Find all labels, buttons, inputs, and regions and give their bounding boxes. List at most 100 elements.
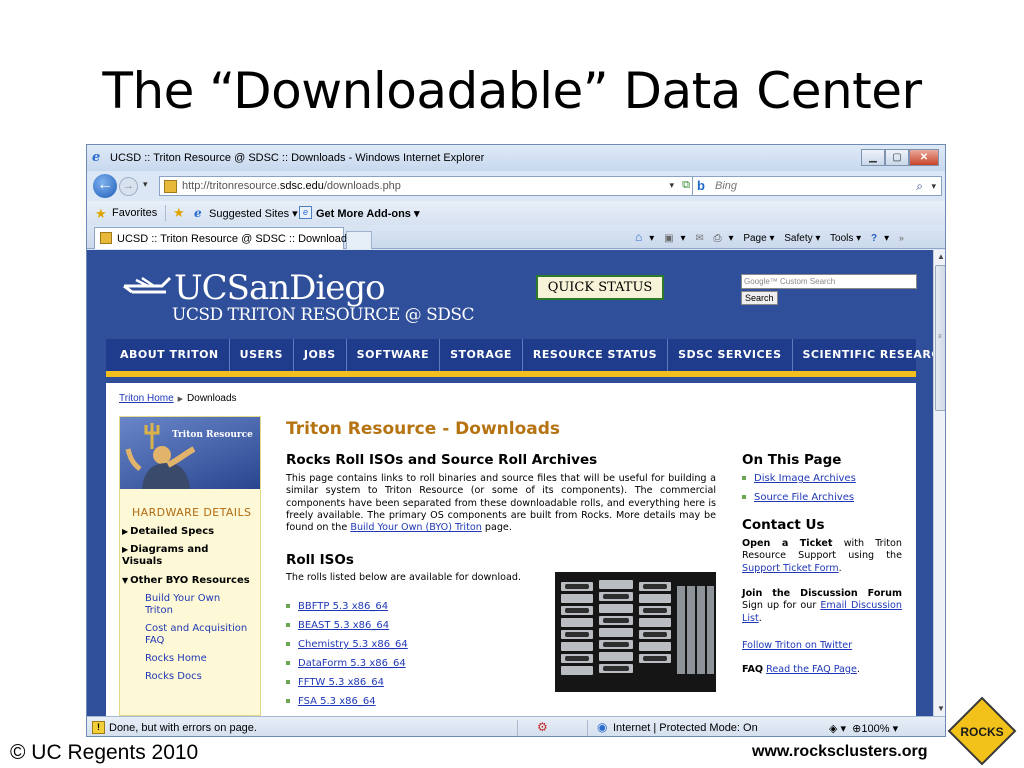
tab-downloads[interactable]: UCSD :: Triton Resource @ SDSC :: Downlo… (94, 227, 353, 249)
favorites-button[interactable]: Favorites (112, 207, 157, 219)
url-dropdown-icon[interactable]: ▾ (669, 180, 674, 191)
nav-software[interactable]: SOFTWARE (347, 339, 441, 371)
suggested-sites-button[interactable]: Suggested Sites ▾ (209, 207, 298, 220)
site-subtitle: UCSD TRITON RESOURCE @ SDSC (172, 305, 475, 325)
roll-link[interactable]: FSA 5.3 x86_64 (298, 696, 376, 707)
page-menu[interactable]: Page ▾ (743, 233, 774, 244)
blocked-content-icon[interactable]: ⚙ (537, 720, 548, 734)
bing-logo-icon: b (697, 178, 705, 193)
site-search-input[interactable]: Google™ Custom Search (741, 274, 917, 289)
safety-menu[interactable]: Safety ▾ (784, 233, 820, 244)
window-controls: ▁ ▢ ✕ (861, 149, 939, 166)
on-this-page-heading: On This Page (742, 452, 842, 468)
search-input[interactable]: b Bing ⌕ ▾ (692, 176, 942, 196)
quick-status-button[interactable]: QUICK STATUS (536, 275, 664, 300)
bullet-icon (286, 680, 290, 684)
help-dropdown-icon[interactable]: ▾ (884, 233, 889, 244)
sidebar-sub-rocks-home[interactable]: Rocks Home (145, 653, 255, 665)
search-dropdown-icon[interactable]: ▾ (931, 181, 936, 192)
roll-link[interactable]: Chemistry 5.3 x86_64 (298, 639, 408, 650)
nav-about-triton[interactable]: ABOUT TRITON (106, 339, 230, 371)
search-icon[interactable]: ⌕ (916, 179, 923, 194)
roll-link[interactable]: BBFTP 5.3 x86_64 (298, 601, 388, 612)
new-tab-button[interactable] (346, 231, 372, 249)
suggested-sites-icon: e (194, 206, 202, 220)
command-bar: ⌂ ▾ ▣ ▾ ✉ ⎙ ▾ Page ▾ Safety ▾ Tools ▾ ? ▾ » (635, 230, 911, 244)
nav-storage[interactable]: STORAGE (440, 339, 523, 371)
security-zone-text[interactable]: Internet | Protected Mode: On (613, 722, 758, 734)
nav-scientific-research[interactable]: SCIENTIFIC RESEARCH (793, 339, 934, 371)
source-file-archives-link[interactable]: Source File Archives (754, 492, 854, 503)
back-arrow-icon[interactable]: ← (93, 174, 117, 198)
forward-arrow-icon[interactable]: → (119, 177, 138, 196)
disk-image-archives-link[interactable]: Disk Image Archives (754, 473, 856, 484)
sidebar: Triton Resource HARDWARE DETAILS ▶ Detail… (119, 416, 261, 716)
breadcrumb-arrow-icon: ▶ (177, 396, 184, 403)
roll-link[interactable]: BEAST 5.3 x86_64 (298, 620, 389, 631)
print-icon[interactable]: ⎙ (714, 233, 722, 244)
vertical-scrollbar[interactable]: ▲ ≡ ▼ (933, 250, 945, 716)
nav-jobs[interactable]: JOBS (294, 339, 347, 371)
home-icon[interactable]: ⌂ (635, 230, 642, 244)
scroll-down-icon[interactable]: ▼ (934, 702, 945, 716)
more-chevron-icon[interactable]: » (899, 233, 904, 243)
favorites-separator (165, 205, 166, 221)
tools-menu[interactable]: Tools ▾ (830, 233, 861, 244)
print-dropdown-icon[interactable]: ▾ (729, 233, 734, 244)
breadcrumb: Triton Home ▶ Downloads (119, 393, 237, 404)
roll-isos-heading: Roll ISOs (286, 552, 354, 568)
help-icon[interactable]: ? (871, 233, 877, 244)
minimize-button[interactable]: ▁ (861, 149, 885, 166)
site-favicon-icon (164, 180, 177, 193)
tab-favicon-icon (100, 232, 112, 244)
sidebar-item-detailed-specs[interactable]: ▶ Detailed Specs (122, 526, 242, 538)
bullet-icon (742, 476, 746, 480)
close-button[interactable]: ✕ (909, 149, 939, 166)
warning-icon[interactable]: ! (92, 721, 105, 734)
rocks-logo: ROCKS (947, 696, 1017, 766)
faq-link[interactable]: Read the FAQ Page (766, 664, 857, 675)
server-rack-photo (555, 572, 716, 692)
favorites-star-icon[interactable]: ★ (95, 206, 107, 222)
sidebar-sub-rocks-docs[interactable]: Rocks Docs (145, 671, 255, 683)
url-input[interactable]: http://tritonresource.sdsc.edu/downloads… (159, 176, 723, 196)
compatibility-view-icon[interactable]: ⧉ (682, 179, 690, 192)
collapsed-arrow-icon: ▶ (122, 527, 129, 536)
sidebar-item-other-byo-resources[interactable]: ▼ Other BYO Resources (122, 575, 262, 587)
sidebar-sub-build-your-own[interactable]: Build Your Own Triton (145, 593, 227, 617)
nav-resource-status[interactable]: RESOURCE STATUS (523, 339, 669, 371)
byo-triton-link[interactable]: Build Your Own (BYO) Triton (350, 522, 481, 533)
scroll-thumb[interactable]: ≡ (935, 265, 945, 411)
twitter-link[interactable]: Follow Triton on Twitter (742, 640, 852, 651)
collapsed-arrow-icon: ▶ (122, 545, 129, 554)
roll-isos-intro: The rolls listed below are available for… (286, 572, 522, 583)
scroll-up-icon[interactable]: ▲ (934, 250, 945, 264)
zoom-control[interactable]: ◈ ▾ ⊕100% ▾ (829, 722, 898, 735)
feeds-icon[interactable]: ▣ (664, 233, 673, 244)
support-ticket-link[interactable]: Support Ticket Form (742, 563, 839, 574)
mail-icon[interactable]: ✉ (695, 233, 703, 244)
url-text: http://tritonresource.sdsc.edu/downloads… (182, 180, 401, 192)
roll-link[interactable]: DataForm 5.3 x86_64 (298, 658, 406, 669)
expanded-arrow-icon: ▼ (122, 576, 129, 585)
history-dropdown-icon[interactable]: ▾ (143, 179, 148, 190)
roll-link[interactable]: FFTW 5.3 x86_64 (298, 677, 384, 688)
feeds-dropdown-icon[interactable]: ▾ (681, 233, 686, 244)
breadcrumb-home-link[interactable]: Triton Home (119, 393, 174, 404)
add-favorite-icon[interactable]: ★ (173, 205, 185, 221)
nav-users[interactable]: USERS (230, 339, 294, 371)
slide-title: The “Downloadable” Data Center (102, 62, 922, 120)
site-search-button[interactable]: Search (741, 291, 778, 305)
forum-paragraph: Join the Discussion Forum Sign up for ou… (742, 588, 902, 624)
bullet-icon (286, 623, 290, 627)
bullet-icon (742, 495, 746, 499)
maximize-button[interactable]: ▢ (885, 149, 909, 166)
nav-sdsc-services[interactable]: SDSC SERVICES (668, 339, 793, 371)
home-dropdown-icon[interactable]: ▾ (649, 233, 654, 244)
sidebar-item-diagrams-visuals[interactable]: ▶ Diagrams and Visuals (122, 544, 227, 568)
bullet-icon (286, 661, 290, 665)
website-footer: www.rocksclusters.org (752, 743, 928, 760)
get-addons-button[interactable]: Get More Add-ons ▾ (316, 207, 420, 220)
contact-us-heading: Contact Us (742, 517, 825, 533)
sidebar-sub-cost-faq[interactable]: Cost and Acquisition FAQ (145, 623, 250, 647)
